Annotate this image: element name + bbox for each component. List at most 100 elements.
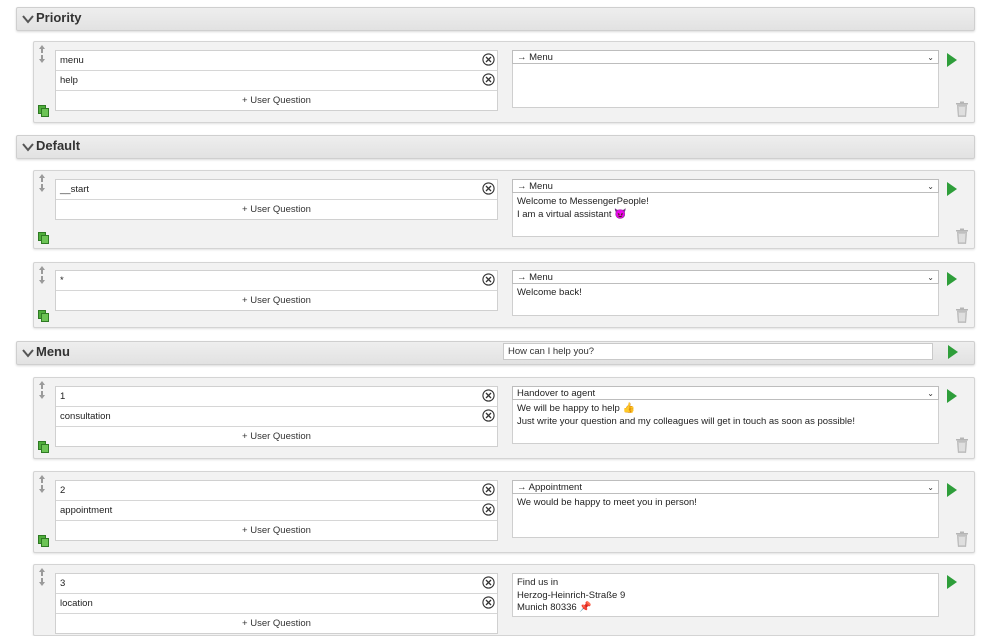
answer-panel: Handover to agent ⌄ We will be happy to … xyxy=(512,386,939,444)
question-list: __start + User Question xyxy=(55,179,498,220)
reply-line-text: Munich 80336 xyxy=(517,602,577,613)
clear-icon[interactable] xyxy=(482,576,495,589)
add-user-question-button[interactable]: + User Question xyxy=(56,200,497,219)
question-text[interactable]: consultation xyxy=(60,411,111,422)
chevron-down-icon[interactable] xyxy=(21,12,35,26)
question-text[interactable]: * xyxy=(60,275,64,286)
question-list: 3 location + User Question xyxy=(55,573,498,634)
pushpin-emoji-icon: 📌 xyxy=(579,602,592,613)
section-menu[interactable]: Menu xyxy=(16,341,975,365)
question-row: 1 xyxy=(56,387,497,407)
clear-icon[interactable] xyxy=(482,73,495,86)
clear-icon[interactable] xyxy=(482,273,495,286)
question-row: consultation xyxy=(56,407,497,427)
answer-panel: → Menu ⌄ Welcome back! xyxy=(512,270,939,316)
question-text[interactable]: help xyxy=(60,75,78,86)
question-row: __start xyxy=(56,180,497,200)
action-select-value: → Menu xyxy=(517,181,553,192)
copy-icon[interactable] xyxy=(38,441,49,453)
thumbs-up-emoji-icon: 👍 xyxy=(622,403,635,414)
rule-card: * + User Question → Menu ⌄ Welcome back! xyxy=(33,262,975,328)
question-text[interactable]: appointment xyxy=(60,505,112,516)
clear-icon[interactable] xyxy=(482,182,495,195)
play-icon[interactable] xyxy=(946,388,958,404)
action-select[interactable]: → Menu ⌄ xyxy=(512,270,939,284)
play-icon[interactable] xyxy=(946,482,958,498)
reply-line: Find us in xyxy=(517,577,559,588)
play-icon[interactable] xyxy=(946,52,958,68)
section-title: Menu xyxy=(36,344,70,359)
question-row: appointment xyxy=(56,501,497,521)
reply-textarea[interactable]: Welcome back! xyxy=(512,284,939,316)
reply-line: Welcome back! xyxy=(517,287,582,298)
action-select[interactable]: → Appointment ⌄ xyxy=(512,480,939,494)
action-select-value: → Appointment xyxy=(517,482,582,493)
trash-icon[interactable] xyxy=(955,228,969,244)
reply-textarea[interactable]: We will be happy to help 👍 Just write yo… xyxy=(512,400,939,444)
chevron-down-icon[interactable] xyxy=(21,346,35,360)
copy-icon[interactable] xyxy=(38,310,49,322)
reply-line: Just write your question and my colleagu… xyxy=(517,415,855,427)
drag-handle-icon[interactable] xyxy=(38,173,46,193)
play-icon[interactable] xyxy=(946,271,958,287)
clear-icon[interactable] xyxy=(482,409,495,422)
select-caret-icon: ⌄ xyxy=(927,53,934,62)
copy-icon[interactable] xyxy=(38,232,49,244)
question-row: location xyxy=(56,594,497,614)
question-text[interactable]: menu xyxy=(60,55,84,66)
question-text[interactable]: location xyxy=(60,598,93,609)
action-select-value: → Menu xyxy=(517,52,553,63)
question-row: help xyxy=(56,71,497,91)
question-list: 1 consultation + User Question xyxy=(55,386,498,447)
section-default[interactable]: Default xyxy=(16,135,975,159)
clear-icon[interactable] xyxy=(482,389,495,402)
add-user-question-button[interactable]: + User Question xyxy=(56,521,497,540)
drag-handle-icon[interactable] xyxy=(38,567,46,587)
trash-icon[interactable] xyxy=(955,101,969,117)
reply-textarea[interactable] xyxy=(512,64,939,108)
copy-icon[interactable] xyxy=(38,105,49,117)
question-text[interactable]: 2 xyxy=(60,485,65,496)
question-text[interactable]: 3 xyxy=(60,578,65,589)
reply-textarea[interactable]: We would be happy to meet you in person! xyxy=(512,494,939,538)
select-caret-icon: ⌄ xyxy=(927,483,934,492)
reply-line-text: We will be happy to help xyxy=(517,403,620,414)
section-title: Priority xyxy=(36,10,82,25)
drag-handle-icon[interactable] xyxy=(38,380,46,400)
add-user-question-button[interactable]: + User Question xyxy=(56,291,497,310)
drag-handle-icon[interactable] xyxy=(38,265,46,285)
question-row: menu xyxy=(56,51,497,71)
chevron-down-icon[interactable] xyxy=(21,140,35,154)
menu-reply-input[interactable] xyxy=(503,343,933,360)
question-text[interactable]: __start xyxy=(60,184,89,195)
trash-icon[interactable] xyxy=(955,307,969,323)
trash-icon[interactable] xyxy=(955,437,969,453)
play-icon[interactable] xyxy=(946,181,958,197)
section-priority[interactable]: Priority xyxy=(16,7,975,31)
add-user-question-button[interactable]: + User Question xyxy=(56,91,497,110)
trash-icon[interactable] xyxy=(955,531,969,547)
drag-handle-icon[interactable] xyxy=(38,44,46,64)
question-row: 3 xyxy=(56,574,497,594)
action-select[interactable]: → Menu ⌄ xyxy=(512,50,939,64)
clear-icon[interactable] xyxy=(482,53,495,66)
reply-line: We would be happy to meet you in person! xyxy=(517,497,697,508)
drag-handle-icon[interactable] xyxy=(38,474,46,494)
action-select[interactable]: → Menu ⌄ xyxy=(512,179,939,193)
reply-line: Welcome to MessengerPeople! xyxy=(517,196,649,207)
clear-icon[interactable] xyxy=(482,503,495,516)
action-select[interactable]: Handover to agent ⌄ xyxy=(512,386,939,400)
add-user-question-button[interactable]: + User Question xyxy=(56,427,497,446)
reply-textarea[interactable]: Welcome to MessengerPeople! I am a virtu… xyxy=(512,193,939,237)
answer-panel: → Menu ⌄ xyxy=(512,50,939,108)
reply-textarea[interactable]: Find us in Herzog-Heinrich-Straße 9 Muni… xyxy=(512,573,939,617)
copy-icon[interactable] xyxy=(38,535,49,547)
clear-icon[interactable] xyxy=(482,596,495,609)
select-caret-icon: ⌄ xyxy=(927,182,934,191)
play-icon[interactable] xyxy=(946,574,958,590)
play-icon[interactable] xyxy=(947,344,959,360)
clear-icon[interactable] xyxy=(482,483,495,496)
question-list: * + User Question xyxy=(55,270,498,311)
question-text[interactable]: 1 xyxy=(60,391,65,402)
add-user-question-button[interactable]: + User Question xyxy=(56,614,497,633)
